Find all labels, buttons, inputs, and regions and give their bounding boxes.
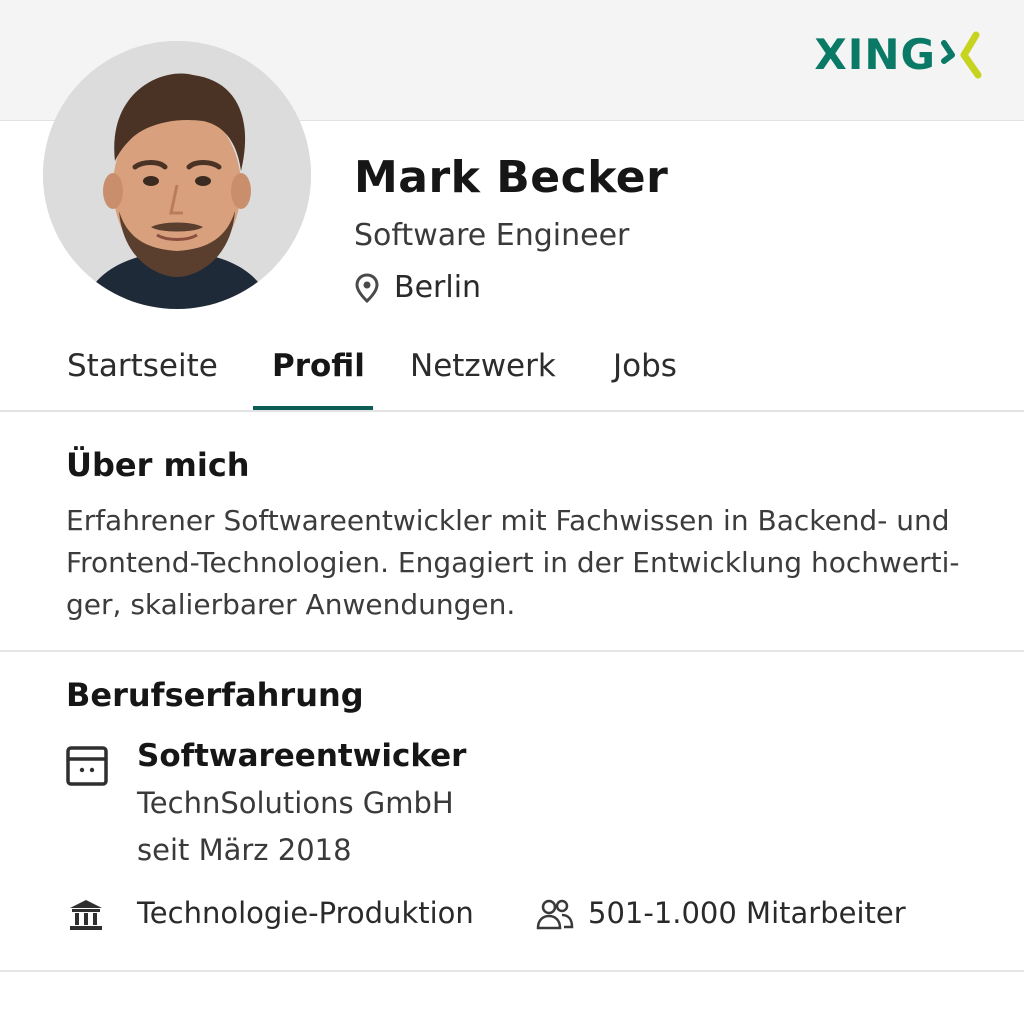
profile-page: XING Mark Becker Software Engineer Berli… (0, 0, 1024, 1024)
xing-logo[interactable]: XING (814, 30, 984, 79)
experience-heading: Berufserfahrung (66, 676, 364, 714)
active-tab-indicator (253, 406, 373, 410)
location-label: Berlin (394, 270, 482, 305)
profile-location: Berlin (354, 270, 481, 305)
section-divider-bottom (0, 970, 1024, 972)
about-text: Erfahrener Softwareentwickler mit Fachwi… (66, 504, 960, 621)
tab-bar: Startseite Profil Netzwerk Jobs (0, 330, 1024, 412)
section-divider (0, 650, 1024, 652)
building-icon (70, 900, 102, 930)
profile-title: Software Engineer (354, 218, 630, 253)
tab-jobs[interactable]: Jobs (613, 348, 677, 384)
tab-startseite[interactable]: Startseite (67, 348, 218, 384)
company-industry: Technologie-Produktion (137, 896, 474, 930)
tab-profil[interactable]: Profil (272, 348, 365, 384)
logo-text: XING (814, 30, 936, 79)
tab-netzwerk[interactable]: Netzwerk (410, 348, 556, 384)
profile-name: Mark Becker (354, 152, 669, 203)
experience-role[interactable]: Softwareentwicker (137, 738, 466, 774)
experience-company[interactable]: TechnSolutions GmbH (137, 786, 454, 820)
people-icon (536, 899, 574, 930)
about-heading: Über mich (66, 446, 250, 484)
location-pin-icon (355, 272, 379, 303)
experience-since: seit März 2018 (137, 833, 352, 867)
profile-photo (43, 41, 311, 309)
avatar[interactable] (43, 41, 311, 309)
xing-mark-icon (941, 31, 982, 78)
briefcase-icon (66, 746, 108, 786)
company-size: 501-1.000 Mitarbeiter (588, 896, 906, 930)
